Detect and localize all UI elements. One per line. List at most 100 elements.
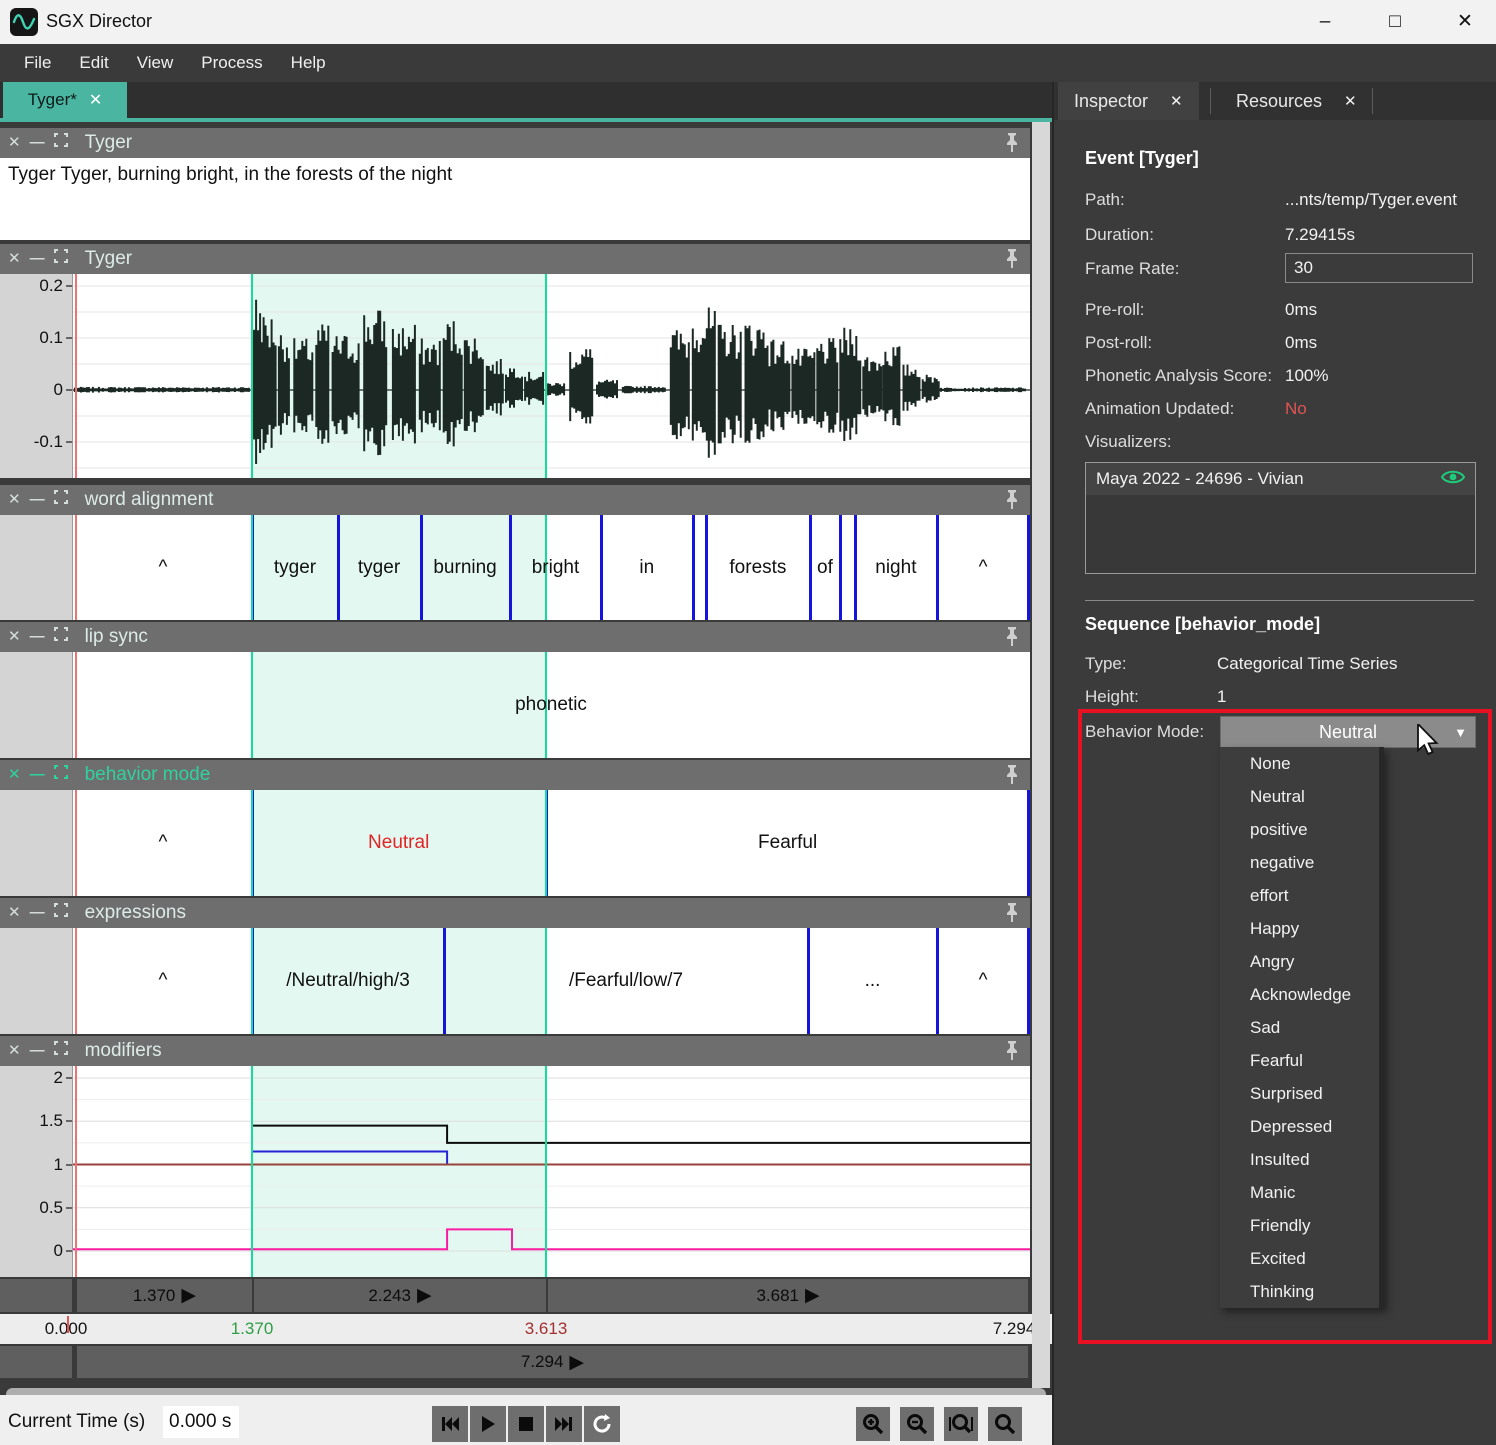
menu-item-view[interactable]: View: [123, 44, 188, 82]
segment-boundary[interactable]: [854, 515, 857, 620]
close-track-icon[interactable]: ✕: [8, 244, 21, 274]
segment-boundary[interactable]: [1027, 515, 1030, 620]
segment-boundary[interactable]: [420, 515, 423, 620]
play-segment-icon[interactable]: ▶: [569, 1351, 584, 1374]
close-button[interactable]: ✕: [1442, 6, 1488, 38]
visualizers-list[interactable]: Maya 2022 - 24696 - Vivian: [1085, 462, 1476, 574]
minimize-track-icon[interactable]: —: [30, 898, 45, 928]
minimize-track-icon[interactable]: —: [30, 128, 45, 158]
segment-boundary[interactable]: [1027, 928, 1030, 1034]
selection-edge-line[interactable]: [251, 652, 253, 758]
play-segment-icon[interactable]: ▶: [181, 1284, 196, 1307]
menu-item-help[interactable]: Help: [277, 44, 340, 82]
tab-close-icon[interactable]: ✕: [1170, 92, 1183, 110]
track-body-modifiers[interactable]: 21.510.50: [0, 1066, 1030, 1277]
play-segment-icon[interactable]: ▶: [805, 1284, 820, 1307]
pin-icon[interactable]: [1004, 489, 1020, 516]
dropdown-item-acknowledge[interactable]: Acknowledge: [1220, 978, 1384, 1011]
close-track-icon[interactable]: ✕: [8, 898, 21, 928]
selection-edge-line[interactable]: [545, 928, 547, 1034]
maximize-track-icon[interactable]: [54, 622, 68, 652]
track-body-lip-sync[interactable]: phonetic: [0, 652, 1030, 758]
play-segment-icon[interactable]: ▶: [417, 1284, 432, 1307]
dropdown-item-happy[interactable]: Happy: [1220, 912, 1384, 945]
menu-item-process[interactable]: Process: [187, 44, 276, 82]
segment-boundary[interactable]: [705, 515, 708, 620]
track-header-waveform[interactable]: ✕— Tyger: [0, 244, 1030, 274]
segment-boundary[interactable]: [936, 515, 939, 620]
timeline-segment[interactable]: 3.681▶: [546, 1279, 1028, 1312]
dropdown-item-insulted[interactable]: Insulted: [1220, 1143, 1384, 1176]
maximize-track-icon[interactable]: [54, 898, 68, 928]
track-body-tyger-text[interactable]: Tyger Tyger, burning bright, in the fore…: [0, 158, 1030, 240]
vertical-scrollbar[interactable]: [1032, 122, 1050, 1388]
dropdown-item-depressed[interactable]: Depressed: [1220, 1110, 1384, 1143]
track-body-word-alignment[interactable]: ^tygertygerburningbrightinforestsofnight…: [0, 515, 1030, 620]
zoom-out-button[interactable]: [900, 1407, 934, 1441]
segment-boundary[interactable]: [443, 928, 446, 1034]
pin-icon[interactable]: [1004, 132, 1020, 159]
dropdown-item-excited[interactable]: Excited: [1220, 1242, 1384, 1275]
maximize-track-icon[interactable]: [54, 1036, 68, 1066]
tab-resources[interactable]: Resources ✕: [1220, 82, 1373, 120]
playhead-line[interactable]: [75, 515, 77, 620]
dropdown-item-effort[interactable]: effort: [1220, 879, 1384, 912]
loop-button[interactable]: [584, 1406, 620, 1442]
minimize-track-icon[interactable]: —: [30, 485, 45, 515]
zoom-fit-button[interactable]: [988, 1407, 1022, 1441]
track-header-word-alignment[interactable]: ✕— word alignment: [0, 485, 1030, 515]
zoom-to-selection-button[interactable]: [944, 1407, 978, 1441]
track-header-lip-sync[interactable]: ✕— lip sync: [0, 622, 1030, 652]
selection-edge-line[interactable]: [251, 1066, 253, 1277]
tab-close-icon[interactable]: ✕: [1344, 92, 1357, 110]
pin-icon[interactable]: [1004, 764, 1020, 791]
pin-icon[interactable]: [1004, 1040, 1020, 1067]
minimize-button[interactable]: –: [1302, 6, 1348, 38]
dropdown-item-positive[interactable]: positive: [1220, 813, 1384, 846]
selection-edge-line[interactable]: [251, 515, 253, 620]
segment-boundary[interactable]: [807, 928, 810, 1034]
playhead-line[interactable]: [75, 1066, 77, 1277]
dropdown-item-friendly[interactable]: Friendly: [1220, 1209, 1384, 1242]
tab-inspector[interactable]: Inspector ✕: [1058, 82, 1199, 120]
timeline-segment[interactable]: 7.294▶: [75, 1346, 1028, 1378]
pin-icon[interactable]: [1004, 902, 1020, 929]
tab-tyger[interactable]: Tyger* ✕: [3, 82, 127, 118]
minimize-track-icon[interactable]: —: [30, 1036, 45, 1066]
dropdown-scrollbar[interactable]: [1379, 747, 1384, 1308]
selection-edge-line[interactable]: [545, 274, 547, 478]
menu-item-edit[interactable]: Edit: [65, 44, 122, 82]
skip-to-start-button[interactable]: [432, 1406, 468, 1442]
tab-close-icon[interactable]: ✕: [89, 90, 102, 110]
zoom-in-button[interactable]: [856, 1407, 890, 1441]
maximize-button[interactable]: □: [1372, 6, 1418, 38]
minimize-track-icon[interactable]: —: [30, 760, 45, 790]
selection-edge-line[interactable]: [545, 1066, 547, 1277]
segment-boundary[interactable]: [600, 515, 603, 620]
playhead-line[interactable]: [75, 928, 77, 1034]
segment-boundary[interactable]: [1027, 790, 1030, 896]
dropdown-item-negative[interactable]: negative: [1220, 846, 1384, 879]
track-body-expressions[interactable]: ^/Neutral/high/3/Fearful/low/7...^: [0, 928, 1030, 1034]
timeline-segment[interactable]: 2.243▶: [252, 1279, 546, 1312]
track-header-behavior-mode[interactable]: ✕— behavior mode: [0, 760, 1030, 790]
timeline-total-row[interactable]: 7.294▶: [0, 1346, 1030, 1378]
close-track-icon[interactable]: ✕: [8, 760, 21, 790]
current-time-value[interactable]: 0.000 s: [163, 1406, 239, 1438]
dropdown-item-thinking[interactable]: Thinking: [1220, 1275, 1384, 1308]
stop-button[interactable]: [508, 1406, 544, 1442]
track-header-tyger-text[interactable]: ✕— Tyger: [0, 128, 1030, 158]
playhead-line[interactable]: [75, 652, 77, 758]
track-header-modifiers[interactable]: ✕— modifiers: [0, 1036, 1030, 1066]
close-track-icon[interactable]: ✕: [8, 1036, 21, 1066]
segment-boundary[interactable]: [692, 515, 695, 620]
dropdown-item-surprised[interactable]: Surprised: [1220, 1077, 1384, 1110]
minimize-track-icon[interactable]: —: [30, 244, 45, 274]
maximize-track-icon[interactable]: [54, 128, 68, 158]
visibility-eye-icon[interactable]: [1441, 469, 1465, 490]
selection-edge-line[interactable]: [251, 274, 253, 478]
track-body-waveform[interactable]: 0.20.10-0.1: [0, 274, 1030, 478]
playhead-line[interactable]: [75, 274, 77, 478]
segment-boundary[interactable]: [936, 928, 939, 1034]
maximize-track-icon[interactable]: [54, 244, 68, 274]
